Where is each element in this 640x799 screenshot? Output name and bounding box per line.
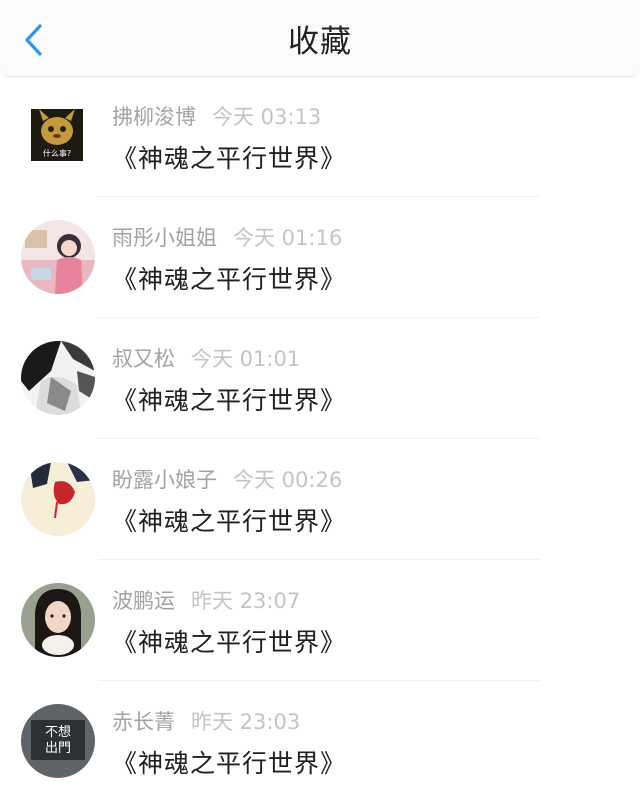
list-item[interactable]: 不想出門 赤长菁 昨天 23:03 《神魂之平行世界》 [0, 681, 640, 799]
favorite-title[interactable]: 《神魂之平行世界》 [112, 142, 346, 176]
page-title: 收藏 [288, 24, 352, 60]
timestamp: 昨天 23:03 [191, 710, 301, 734]
favorite-title[interactable]: 《神魂之平行世界》 [112, 263, 346, 297]
item-meta: 盼露小娘子 今天 00:26 [112, 465, 342, 495]
timestamp: 今天 03:13 [212, 105, 322, 129]
avatar-image [21, 341, 95, 415]
avatar[interactable]: 什么事? [31, 109, 83, 161]
timestamp: 今天 00:26 [233, 468, 343, 492]
timestamp: 今天 01:01 [191, 347, 301, 371]
user-name[interactable]: 拂柳浚博 [112, 105, 196, 129]
favorite-title[interactable]: 《神魂之平行世界》 [112, 747, 346, 781]
list-item[interactable]: 雨彤小姐姐 今天 01:16 《神魂之平行世界》 [0, 197, 640, 318]
avatar-image [21, 462, 95, 536]
list-item[interactable]: 什么事? 拂柳浚博 今天 03:13 《神魂之平行世界》 [0, 76, 640, 197]
top-bar: 收藏 [0, 0, 640, 77]
item-meta: 赤长菁 昨天 23:03 [112, 707, 300, 737]
avatar[interactable] [21, 341, 95, 415]
avatar-image: 什么事? [31, 109, 83, 161]
user-name[interactable]: 波鹏运 [112, 589, 175, 613]
avatar-image [21, 583, 95, 657]
avatar[interactable] [21, 220, 95, 294]
favorites-list: 什么事? 拂柳浚博 今天 03:13 《神魂之平行世界》 雨彤小姐姐 今天 01… [0, 76, 640, 799]
item-meta: 波鹏运 昨天 23:07 [112, 586, 300, 616]
item-meta: 拂柳浚博 今天 03:13 [112, 102, 321, 132]
avatar[interactable] [21, 583, 95, 657]
user-name[interactable]: 赤长菁 [112, 710, 175, 734]
list-item[interactable]: 盼露小娘子 今天 00:26 《神魂之平行世界》 [0, 439, 640, 560]
list-item[interactable]: 叔又松 今天 01:01 《神魂之平行世界》 [0, 318, 640, 439]
favorite-title[interactable]: 《神魂之平行世界》 [112, 505, 346, 539]
user-name[interactable]: 叔又松 [112, 347, 175, 371]
item-meta: 叔又松 今天 01:01 [112, 344, 300, 374]
favorite-title[interactable]: 《神魂之平行世界》 [112, 626, 346, 660]
avatar-image: 不想出門 [21, 704, 95, 778]
user-name[interactable]: 雨彤小姐姐 [112, 226, 217, 250]
timestamp: 昨天 23:07 [191, 589, 301, 613]
favorites-page: 收藏 什么事? 拂柳浚博 今天 03:13 《神魂之平行世界》 雨彤小姐姐 今天… [0, 0, 640, 799]
list-item[interactable]: 波鹏运 昨天 23:07 《神魂之平行世界》 [0, 560, 640, 681]
avatar-image [21, 220, 95, 294]
timestamp: 今天 01:16 [233, 226, 343, 250]
favorite-title[interactable]: 《神魂之平行世界》 [112, 384, 346, 418]
user-name[interactable]: 盼露小娘子 [112, 468, 217, 492]
avatar[interactable]: 不想出門 [21, 704, 95, 778]
svg-text:什么事?: 什么事? [43, 148, 71, 158]
avatar[interactable] [21, 462, 95, 536]
item-meta: 雨彤小姐姐 今天 01:16 [112, 223, 342, 253]
